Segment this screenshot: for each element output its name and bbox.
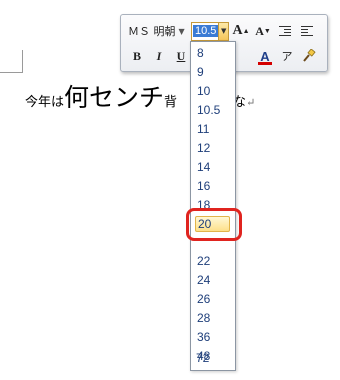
decrease-indent-button[interactable] bbox=[275, 21, 295, 41]
phonetic-guide-button[interactable]: ア bbox=[277, 46, 297, 66]
font-size-option[interactable]: 24 bbox=[195, 272, 230, 288]
font-size-combo[interactable]: 10.5 ▼ bbox=[191, 21, 229, 41]
font-size-dropdown-button[interactable]: ▼ bbox=[218, 22, 228, 40]
font-size-option[interactable]: 16 bbox=[195, 178, 230, 194]
toolbar-row-top: ＭＳ 明朝 ▼ 10.5 ▼ A ▲ A ▼ bbox=[125, 20, 317, 42]
grow-font-label: A bbox=[232, 23, 243, 38]
font-size-option[interactable]: 9 bbox=[195, 64, 230, 80]
font-size-option[interactable]: 36 bbox=[195, 329, 230, 345]
shrink-font-label: A bbox=[255, 23, 264, 38]
page-margin-corner bbox=[0, 50, 23, 73]
format-painter-button[interactable] bbox=[299, 46, 319, 66]
text-selected-large[interactable]: 何センチ bbox=[64, 83, 164, 112]
grow-caret-icon: ▲ bbox=[242, 27, 250, 35]
italic-button[interactable]: I bbox=[149, 46, 169, 66]
font-size-option[interactable]: 14 bbox=[195, 159, 230, 175]
font-size-option[interactable]: 12 bbox=[195, 140, 230, 156]
font-color-button[interactable]: A bbox=[255, 46, 275, 66]
text-prefix: 今年は bbox=[25, 95, 65, 110]
font-size-option[interactable]: 28 bbox=[195, 310, 230, 326]
increase-indent-button[interactable] bbox=[297, 21, 317, 41]
grow-font-button[interactable]: A ▲ bbox=[231, 21, 251, 41]
font-size-option[interactable]: 26 bbox=[195, 291, 230, 307]
shrink-font-button[interactable]: A ▼ bbox=[253, 21, 273, 41]
bold-button[interactable]: B bbox=[127, 46, 147, 66]
font-size-option[interactable]: 10 bbox=[195, 83, 230, 99]
highlight-annotation-ring bbox=[186, 208, 242, 241]
font-size-option[interactable]: 8 bbox=[195, 45, 230, 61]
font-size-list[interactable]: 8 9 10 10.5 11 12 14 16 18 20 22 24 26 2… bbox=[190, 41, 236, 371]
phonetic-guide-icon: ア bbox=[281, 51, 293, 63]
font-color-swatch bbox=[258, 62, 272, 65]
increase-indent-icon bbox=[301, 25, 313, 37]
font-size-option[interactable]: 11 bbox=[195, 121, 230, 137]
font-size-value[interactable]: 10.5 bbox=[193, 25, 219, 37]
format-painter-icon bbox=[303, 49, 316, 62]
paragraph-mark-icon: ↵ bbox=[246, 96, 256, 109]
font-size-option[interactable]: 72 bbox=[194, 350, 229, 366]
text-hidden-char: 背 bbox=[164, 95, 178, 110]
font-name-value: ＭＳ 明朝 bbox=[128, 25, 176, 38]
underline-button[interactable]: U bbox=[171, 46, 191, 66]
decrease-indent-icon bbox=[279, 25, 291, 37]
font-size-option[interactable]: 22 bbox=[195, 253, 230, 269]
shrink-caret-icon: ▼ bbox=[263, 27, 271, 35]
font-name-combo[interactable]: ＭＳ 明朝 ▼ bbox=[125, 22, 187, 40]
font-size-option[interactable]: 10.5 bbox=[195, 102, 230, 118]
chevron-down-icon[interactable]: ▼ bbox=[179, 27, 185, 36]
